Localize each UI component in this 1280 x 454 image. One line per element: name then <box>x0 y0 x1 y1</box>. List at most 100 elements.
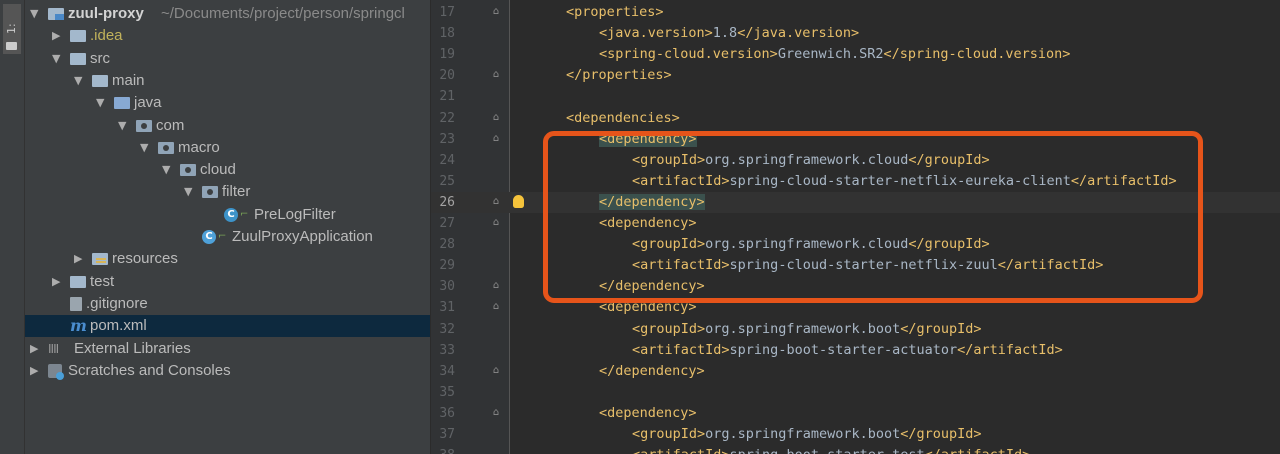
code-line[interactable]: 19 <spring-cloud.version>Greenwich.SR2</s… <box>431 44 1280 65</box>
tree-row[interactable]: ▼ java <box>25 92 430 114</box>
code-text: <properties> <box>566 2 664 23</box>
fold-marker-icon[interactable]: ⌂ <box>491 5 501 19</box>
tree-row[interactable]: ▶ resources <box>25 248 430 270</box>
tree-row[interactable]: ▶ Scratches and Consoles <box>25 360 430 382</box>
line-number: 17 <box>439 5 455 20</box>
tree-row[interactable]: ▼ macro <box>25 137 430 159</box>
tree-row[interactable]: ▶ test <box>25 271 430 293</box>
code-line[interactable]: 36 ⌂ <dependency> <box>431 403 1280 424</box>
tree-item-label: main <box>112 71 145 89</box>
expanded-arrow-icon[interactable]: ▼ <box>52 48 64 70</box>
expanded-arrow-icon[interactable]: ▼ <box>96 92 108 114</box>
code-line[interactable]: 18 <java.version>1.8</java.version> <box>431 23 1280 44</box>
tree-row[interactable]: ▶ .idea <box>25 25 430 47</box>
code-line[interactable]: 21 <box>431 86 1280 107</box>
code-text: <artifactId>spring-boot-starter-actuator… <box>632 340 1063 361</box>
maven-icon: m <box>70 316 87 336</box>
collapsed-arrow-icon[interactable]: ▶ <box>74 248 86 270</box>
tree-item-label: zuul-proxy <box>68 5 144 22</box>
xml-tag: <groupId> <box>632 320 706 337</box>
line-number: 31 <box>439 300 455 316</box>
line-number: 32 <box>439 321 455 337</box>
xml-text: org.springframework.boot <box>705 426 901 442</box>
code-line[interactable]: 35 <box>431 382 1280 403</box>
expanded-arrow-icon[interactable]: ▼ <box>140 137 152 159</box>
collapsed-arrow-icon[interactable]: ▶ <box>52 25 64 47</box>
class-icon: C <box>224 207 238 222</box>
fold-marker-icon[interactable]: ⌂ <box>491 406 501 420</box>
tree-row[interactable]: ▼ com <box>25 115 430 137</box>
expanded-arrow-icon[interactable]: ▼ <box>162 159 174 181</box>
tree-item-label: resources <box>112 250 178 268</box>
package-icon <box>158 141 174 154</box>
collapsed-arrow-icon[interactable]: ▶ <box>30 338 42 360</box>
code-text: <groupId>org.springframework.boot</group… <box>632 319 982 340</box>
code-text: <dependency> <box>599 403 697 424</box>
intention-bulb-icon[interactable] <box>513 194 524 208</box>
source-folder-icon <box>114 97 130 110</box>
collapsed-arrow-icon[interactable]: ▶ <box>52 271 64 293</box>
tree-row[interactable]: ▼ cloud <box>25 159 430 181</box>
line-number: 26 <box>439 194 455 210</box>
xml-tag: <groupId> <box>632 426 706 442</box>
tree-item-label: ZuulProxyApplication <box>232 228 373 245</box>
xml-tag: </artifactId> <box>957 341 1063 358</box>
code-line[interactable]: 32 <groupId>org.springframework.boot</gro… <box>431 319 1280 340</box>
code-text: <spring-cloud.version>Greenwich.SR2</spr… <box>599 44 1070 65</box>
fold-marker-icon[interactable]: ⌂ <box>491 195 501 209</box>
line-number: 27 <box>439 216 455 231</box>
code-text: <artifactId>spring-boot-starter-test</ar… <box>632 445 1030 454</box>
folder-icon <box>70 275 86 288</box>
xml-text: Greenwich.SR2 <box>777 46 884 63</box>
line-number: 25 <box>439 173 455 189</box>
folder-icon <box>70 30 86 43</box>
code-line[interactable]: 20 ⌂ </properties> <box>431 65 1280 86</box>
line-number: 37 <box>439 427 455 442</box>
code-line[interactable]: 37 <groupId>org.springframework.boot</gro… <box>431 424 1280 445</box>
code-line[interactable]: 33 <artifactId>spring-boot-starter-actuat… <box>431 340 1280 361</box>
tree-row[interactable]: ▶ IIII External Libraries <box>25 338 430 360</box>
tree-item-label: .gitignore <box>86 294 148 312</box>
tree-item-label: java <box>134 94 162 112</box>
expanded-arrow-icon[interactable]: ▼ <box>118 115 130 137</box>
tree-row[interactable]: .gitignore <box>25 293 430 315</box>
code-line[interactable]: 17 ⌂ <properties> <box>431 2 1280 23</box>
xml-tag: <java.version> <box>599 25 713 42</box>
project-path: ~/Documents/project/person/springcl <box>161 5 405 22</box>
fold-marker-icon[interactable]: ⌂ <box>491 364 501 378</box>
code-line[interactable]: 38 <artifactId>spring-boot-starter-test</… <box>431 445 1280 454</box>
tree-row[interactable]: C ⌐ ZuulProxyApplication <box>25 226 430 248</box>
tree-row[interactable]: ▼ main <box>25 70 430 92</box>
fold-marker-icon[interactable]: ⌂ <box>491 68 501 82</box>
tree-row[interactable]: ▼ zuul-proxy ~/Documents/project/person/sp… <box>25 3 430 25</box>
tree-row[interactable]: ▼ filter <box>25 181 430 203</box>
collapsed-arrow-icon[interactable]: ▶ <box>30 360 42 382</box>
tree-item-label: test <box>90 272 115 290</box>
xml-tag: </groupId> <box>900 426 982 442</box>
xml-tag: </properties> <box>566 67 672 84</box>
line-number: 19 <box>439 47 455 63</box>
fold-marker-icon[interactable]: ⌂ <box>491 279 501 293</box>
code-text: <java.version>1.8</java.version> <box>599 23 859 44</box>
fold-marker-icon[interactable]: ⌂ <box>491 111 501 125</box>
fold-marker-icon[interactable]: ⌂ <box>491 300 501 314</box>
package-icon <box>136 119 152 132</box>
fold-marker-icon[interactable]: ⌂ <box>491 132 501 146</box>
tree-row[interactable]: C ⌐ PreLogFilter <box>25 204 430 226</box>
line-number: 23 <box>439 131 455 147</box>
project-tree[interactable]: ▼ zuul-proxy ~/Documents/project/person/sp… <box>25 0 430 454</box>
tree-item-label: External Libraries <box>74 339 191 357</box>
line-number: 18 <box>439 26 455 42</box>
fold-marker-icon[interactable]: ⌂ <box>491 216 501 230</box>
libraries-icon: IIII <box>48 341 59 356</box>
line-number: 20 <box>439 68 455 84</box>
tree-row[interactable]: ▼ src <box>25 48 430 70</box>
code-line[interactable]: 22 ⌂ <dependencies> <box>431 108 1280 129</box>
expanded-arrow-icon[interactable]: ▼ <box>30 3 42 25</box>
code-line[interactable]: 34 ⌂ </dependency> <box>431 361 1280 382</box>
code-text: <groupId>org.springframework.boot</group… <box>632 424 982 445</box>
expanded-arrow-icon[interactable]: ▼ <box>184 181 196 203</box>
line-number: 36 <box>439 405 455 421</box>
expanded-arrow-icon[interactable]: ▼ <box>74 70 86 92</box>
tree-row[interactable]: m pom.xml <box>25 315 430 338</box>
